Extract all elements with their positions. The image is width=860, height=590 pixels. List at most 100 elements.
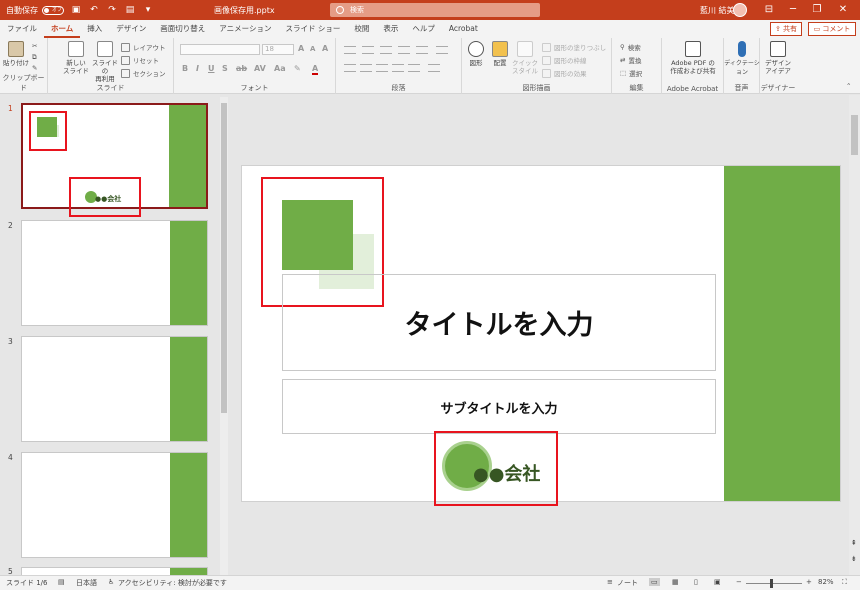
clear-format-icon[interactable]: A <box>322 44 328 53</box>
slide-green-bar[interactable] <box>724 166 840 501</box>
previous-slide-icon[interactable]: ⇞ <box>851 539 857 547</box>
zoom-slider[interactable] <box>746 583 802 584</box>
zoom-slider-thumb[interactable] <box>770 579 773 588</box>
tab-view[interactable]: 表示 <box>376 20 405 38</box>
share-button[interactable]: ⇪ 共有 <box>770 22 802 36</box>
slide-thumbnail-3[interactable] <box>21 336 208 442</box>
slide-title[interactable]: タイトルを入力 <box>283 303 715 342</box>
zoom-in-icon[interactable]: + <box>806 578 812 586</box>
shrink-font-icon[interactable]: A <box>310 45 315 53</box>
notes-icon[interactable]: ≡ <box>607 578 613 586</box>
create-pdf-button[interactable]: Adobe PDF の 作成および共有 <box>664 41 722 75</box>
shape-outline-button[interactable]: 図形の枠線 <box>542 55 587 65</box>
accessibility-icon[interactable]: ♿ <box>108 578 114 586</box>
numbering-icon[interactable] <box>362 46 374 54</box>
slide-scrollbar[interactable]: ⇞ ⇟ <box>849 95 860 575</box>
reading-view-icon[interactable]: ▯ <box>694 578 698 586</box>
replace-button[interactable]: ⇄ 置換 <box>620 55 641 65</box>
zoom-level[interactable]: 82% <box>818 578 834 586</box>
autosave-toggle[interactable]: オフ <box>42 5 64 15</box>
align-center-icon[interactable] <box>360 64 372 72</box>
spellcheck-icon[interactable]: ▤ <box>58 578 65 586</box>
tab-acrobat[interactable]: Acrobat <box>442 20 485 38</box>
decrease-indent-icon[interactable] <box>380 46 392 54</box>
customize-quick-access-icon[interactable]: ▾ <box>142 4 154 16</box>
justify-icon[interactable] <box>392 64 404 72</box>
restore-button[interactable]: ❐ <box>810 3 824 17</box>
tab-transitions[interactable]: 画面切り替え <box>153 20 212 38</box>
quick-styles-button[interactable]: クイック スタイル <box>512 41 538 75</box>
user-name[interactable]: 藍川 結美 <box>700 5 735 16</box>
text-direction-icon[interactable] <box>436 46 448 54</box>
highlight-icon[interactable]: ✎ <box>294 64 301 73</box>
grow-font-icon[interactable]: A <box>298 44 304 53</box>
shapes-button[interactable]: 図形 <box>464 41 488 67</box>
increase-indent-icon[interactable] <box>398 46 410 54</box>
paste-button[interactable]: 貼り付け <box>3 41 29 67</box>
font-name-combo[interactable] <box>180 44 260 55</box>
underline-icon[interactable]: U <box>208 64 215 73</box>
title-placeholder[interactable]: タイトルを入力 <box>282 274 716 371</box>
arrange-button[interactable]: 配置 <box>488 41 512 67</box>
font-size-combo[interactable]: 18 <box>262 44 294 55</box>
undo-icon[interactable]: ↶ <box>88 4 100 16</box>
bold-icon[interactable]: B <box>182 64 188 73</box>
thumbnail-scrollbar-thumb[interactable] <box>221 103 227 413</box>
shape-effects-button[interactable]: 図形の効果 <box>542 68 587 78</box>
search-box[interactable]: 検索 <box>330 3 540 17</box>
cut-icon[interactable]: ✂ <box>32 42 37 50</box>
save-icon[interactable]: ▣ <box>70 4 82 16</box>
reset-button[interactable]: リセット <box>121 55 159 65</box>
slide-thumbnail-5[interactable] <box>21 567 208 575</box>
columns-icon[interactable] <box>408 64 420 72</box>
shadow-icon[interactable]: S <box>222 64 228 73</box>
collapse-ribbon-icon[interactable]: ⌃ <box>846 82 851 90</box>
slide-scrollbar-thumb[interactable] <box>851 115 858 155</box>
slide-thumbnail-2[interactable] <box>21 220 208 326</box>
slide-subtitle[interactable]: サブタイトルを入力 <box>283 398 715 417</box>
close-button[interactable]: ✕ <box>836 3 850 17</box>
tab-home[interactable]: ホーム <box>44 20 81 38</box>
align-left-icon[interactable] <box>344 64 356 72</box>
design-ideas-button[interactable]: デザイン アイデア <box>762 41 794 75</box>
strikethrough-icon[interactable]: ab <box>236 64 247 73</box>
spacing-icon[interactable]: AV <box>254 64 266 73</box>
slide-canvas[interactable]: タイトルを入力 サブタイトルを入力 ●●会社 <box>241 165 841 506</box>
redo-icon[interactable]: ↷ <box>106 4 118 16</box>
bullets-icon[interactable] <box>344 46 356 54</box>
section-button[interactable]: セクション <box>121 68 166 78</box>
normal-view-icon[interactable]: ▭ <box>649 578 660 586</box>
slide-thumbnail-1[interactable]: ●●会社 <box>21 103 208 217</box>
tab-animations[interactable]: アニメーション <box>212 20 278 38</box>
next-slide-icon[interactable]: ⇟ <box>851 555 857 563</box>
copy-icon[interactable]: ⧉ <box>32 53 37 62</box>
dictate-button[interactable]: ディクテーション <box>724 41 760 77</box>
slideshow-icon[interactable]: ▤ <box>124 4 136 16</box>
italic-icon[interactable]: I <box>196 64 199 73</box>
shape-fill-button[interactable]: 図形の塗りつぶし <box>542 42 606 52</box>
slide-count[interactable]: スライド 1/6 <box>6 578 48 588</box>
tab-insert[interactable]: 挿入 <box>80 20 109 38</box>
slide-sorter-icon[interactable]: ▦ <box>672 578 679 586</box>
select-button[interactable]: ⬚ 選択 <box>620 68 642 78</box>
slideshow-view-icon[interactable]: ▣ <box>714 578 721 586</box>
zoom-out-icon[interactable]: − <box>736 578 742 586</box>
tab-help[interactable]: ヘルプ <box>405 20 442 38</box>
comments-button[interactable]: ▭ コメント <box>808 22 856 36</box>
accessibility-status[interactable]: アクセシビリティ: 検討が必要です <box>118 578 227 588</box>
reuse-slides-button[interactable]: スライドの 再利用 <box>91 41 119 83</box>
change-case-icon[interactable]: Aa <box>274 64 286 73</box>
tab-review[interactable]: 校閲 <box>347 20 376 38</box>
find-button[interactable]: ⚲ 検索 <box>620 42 641 52</box>
slide-thumbnail-4[interactable] <box>21 452 208 558</box>
language-indicator[interactable]: 日本語 <box>76 578 97 588</box>
align-text-icon[interactable] <box>428 64 440 72</box>
layout-button[interactable]: レイアウト <box>121 42 166 52</box>
avatar[interactable] <box>733 3 747 17</box>
tab-slideshow[interactable]: スライド ショー <box>278 20 347 38</box>
align-right-icon[interactable] <box>376 64 388 72</box>
document-filename[interactable]: 画像保存用.pptx <box>214 5 275 16</box>
format-painter-icon[interactable]: ✎ <box>32 64 37 72</box>
thumbnail-scrollbar[interactable] <box>220 97 228 575</box>
tab-design[interactable]: デザイン <box>109 20 153 38</box>
